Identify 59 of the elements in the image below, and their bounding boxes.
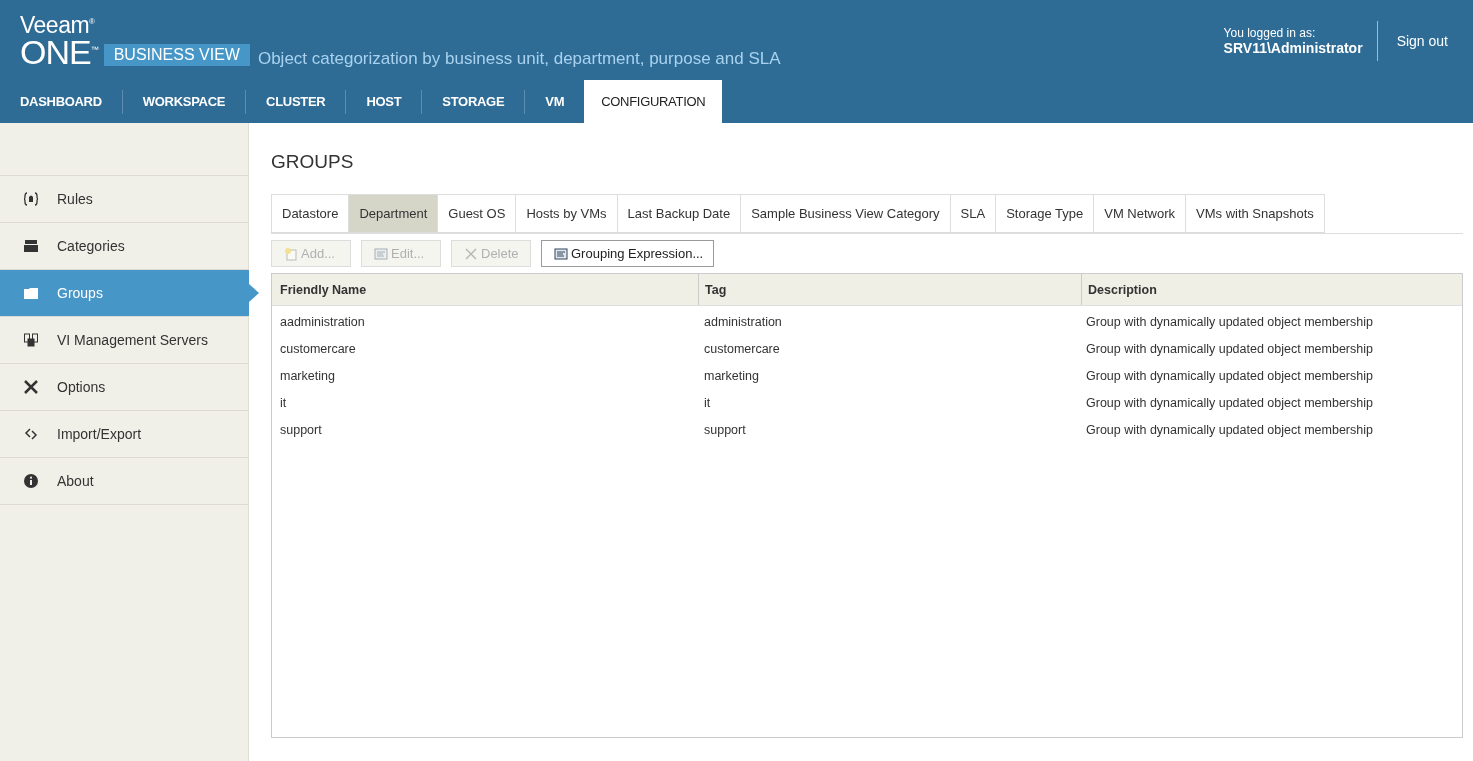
page-title: GROUPS [271, 151, 355, 173]
category-tab[interactable]: Storage Type [995, 194, 1094, 233]
login-label: You logged in as: [1223, 26, 1317, 40]
sidebar-item[interactable]: Rules [0, 176, 248, 223]
category-tab[interactable]: Last Backup Date [616, 194, 741, 233]
column-header[interactable]: Tag [699, 274, 1082, 305]
table-cell-text: customercare [703, 340, 781, 358]
cabinet-icon [23, 238, 39, 254]
user-name: SRV11\Administrator [1223, 40, 1363, 56]
nav-tab[interactable]: WORKSPACE [122, 80, 246, 123]
table-cell-text: support [703, 421, 747, 439]
category-tab[interactable]: Sample Business View Category [740, 194, 950, 233]
nav-tab[interactable]: CONFIGURATION [584, 80, 723, 123]
form-icon [374, 246, 388, 261]
tools-icon [23, 379, 39, 395]
table-cell-text: Group with dynamically updated object membership [1085, 367, 1374, 385]
category-tab[interactable]: SLA [949, 194, 996, 233]
column-header[interactable]: Friendly Name [272, 274, 699, 305]
logo-text: Veeam$^{®}$ [20, 12, 96, 35]
table-cell-text: Group with dynamically updated object membership [1085, 313, 1374, 331]
sidebar-item[interactable]: About [0, 458, 248, 505]
nav-tab[interactable]: DASHBOARD [0, 80, 122, 123]
category-tab[interactable]: Guest OS [437, 194, 516, 233]
bell-braces-icon [23, 191, 39, 207]
nav-tab[interactable]: HOST [346, 80, 422, 123]
servers-icon [23, 332, 39, 348]
table-cell-text: marketing [279, 367, 336, 385]
product-badge: BUSINESS VIEW [103, 44, 250, 66]
table-cell-text: customercare [279, 340, 357, 358]
grouping-expression-button[interactable]: Grouping Expression... [541, 240, 715, 267]
sign-out-link[interactable]: Sign out [1396, 33, 1448, 49]
sidebar-item[interactable]: Import/Export [0, 411, 248, 458]
form-icon [554, 246, 568, 261]
table-cell-text: administration [703, 313, 783, 331]
category-tab[interactable]: Department [348, 194, 438, 233]
logo-text: ONE$^{™}$ [20, 34, 98, 67]
nav-tab[interactable]: VM [525, 80, 585, 123]
sidebar-item[interactable]: Options [0, 364, 248, 411]
table-cell-text: marketing [703, 367, 760, 385]
table-cell-text: Group with dynamically updated object membership [1085, 421, 1374, 439]
close-icon [464, 246, 478, 261]
tagline: Object categorization by business unit, department, purpose and SLA [257, 49, 781, 69]
category-tab[interactable]: Hosts by VMs [515, 194, 617, 233]
sidebar-item[interactable]: VI Management Servers [0, 317, 248, 364]
table-cell-text: support [279, 421, 323, 439]
table-cell-text: it [279, 394, 288, 412]
category-tab[interactable]: VMs with Snapshots [1185, 194, 1325, 233]
table-cell-text: it [703, 394, 712, 412]
table-cell-text: Group with dynamically updated object membership [1085, 340, 1374, 358]
table-cell-text: aadministration [279, 313, 366, 331]
category-tab[interactable]: VM Network [1093, 194, 1185, 233]
table-cell-text: Group with dynamically updated object membership [1085, 394, 1374, 412]
arrows-icon [23, 426, 39, 442]
new-document-icon [284, 246, 298, 261]
nav-tab[interactable]: CLUSTER [246, 80, 346, 123]
column-header[interactable]: Description [1082, 274, 1462, 305]
folder-icon [23, 285, 39, 301]
info-icon [23, 473, 39, 489]
nav-tab[interactable]: STORAGE [422, 80, 525, 123]
